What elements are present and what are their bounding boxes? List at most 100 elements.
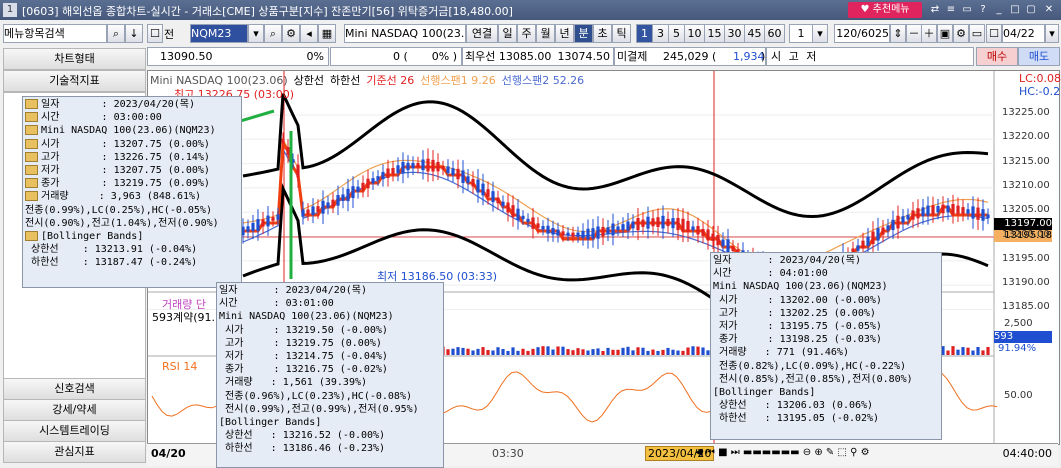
stop-icon[interactable]: ■ (718, 447, 727, 458)
interval-button[interactable]: 45 (744, 24, 765, 43)
tooltip-row: 시간 : 04:01:00 (713, 268, 828, 280)
favorite-indicator-button[interactable]: 관심지표 (3, 441, 146, 463)
candle-body (366, 178, 370, 189)
candle-body (336, 194, 340, 206)
legend-entry[interactable]: 선행스팬1 9.26 (420, 74, 495, 87)
candle-body (586, 228, 590, 240)
candle-body (401, 162, 405, 174)
prev-code-icon[interactable]: ◂ (300, 24, 318, 43)
signal-search-button[interactable]: 신호검색 (3, 378, 146, 400)
candle-body (926, 205, 930, 216)
scroll-bar-icon[interactable]: ▬▬▬▬▬▬ (743, 447, 800, 458)
strength-weakness-button[interactable]: 강세/약세 (3, 399, 146, 421)
period-tab[interactable]: 주 (517, 24, 536, 43)
candle-body (866, 236, 870, 246)
candle-body (971, 206, 975, 219)
system-trading-button[interactable]: 시스템트레이딩 (3, 420, 146, 442)
step-dropdown-icon[interactable]: ▾ (812, 24, 828, 43)
market-row: 시 고 저 (766, 47, 974, 66)
candle-body (451, 168, 455, 176)
settings-icon[interactable]: ⚙ (282, 24, 300, 43)
volume-bar (566, 349, 570, 355)
code-search-icon[interactable]: ⌕ (264, 24, 282, 43)
step-back-icon[interactable]: ⏮ (706, 447, 715, 458)
legend-entry[interactable]: 선행스팬2 52.26 (502, 74, 584, 87)
interval-button[interactable]: 10 (684, 24, 705, 43)
zoom-icon[interactable]: ⊖ ⊕ (803, 447, 823, 458)
restore-icon[interactable]: ▢ (1024, 3, 1038, 17)
candle-body (361, 182, 365, 190)
period-tab[interactable]: 초 (593, 24, 612, 43)
tooltip-text: 하한선 : 13187.47 (-0.24%) (25, 257, 198, 269)
tooltip-text: 전시(0.90%),전고(1.04%),전저(0.90%) (25, 217, 219, 229)
period-tab[interactable]: 연결 (466, 24, 498, 43)
period-tab[interactable]: 일 (498, 24, 517, 43)
step-forward-icon[interactable]: ⏭ (731, 447, 740, 458)
legend-entry[interactable]: 상한선 (294, 74, 324, 87)
minimize-icon[interactable]: _ (992, 3, 1006, 17)
volume-bar (656, 350, 660, 355)
date-checkbox-icon[interactable]: ☐ (986, 24, 1002, 43)
gear-icon[interactable]: ⚙ (953, 24, 969, 43)
date-input[interactable]: 04/22 (1002, 24, 1045, 43)
volume-bar (626, 346, 630, 355)
tooltip-text: 고가 : 13226.75 (0.14%) (41, 151, 210, 163)
count-input[interactable]: 120/6025 (834, 24, 890, 43)
candle-body (516, 208, 520, 220)
interval-button[interactable]: 5 (668, 24, 685, 43)
legend-entry[interactable]: 하한선 (330, 74, 360, 87)
zoom-out-icon[interactable]: － (906, 24, 922, 43)
menu-search-icon[interactable]: ⌕ (107, 24, 125, 43)
help-icon[interactable]: ? (976, 3, 990, 17)
pin-icon[interactable]: ▭ (960, 3, 974, 17)
tooltip-row: Mini NASDAQ 100(23.06)(NQM23) (25, 124, 239, 137)
maximize-icon[interactable]: □ (1008, 3, 1022, 17)
step-select[interactable]: 1 (789, 24, 813, 43)
rewind-icon[interactable]: ◀ (695, 447, 703, 458)
tooltip-row: 종가 : 13216.75 (-0.02%) (219, 364, 388, 376)
period-tab[interactable]: 월 (536, 24, 555, 43)
grid-icon[interactable]: ▦ (318, 24, 336, 43)
interval-button[interactable]: 30 (724, 24, 745, 43)
date-dropdown-icon[interactable]: ▾ (1045, 24, 1059, 43)
recommend-menu-button[interactable]: ♥ 추천메뉴 (848, 2, 922, 18)
period-tab[interactable]: 년 (555, 24, 574, 43)
technical-indicator-button[interactable]: 기술적지표 (3, 70, 146, 92)
expand-icon[interactable]: ▭ (969, 24, 985, 43)
interval-button[interactable]: 15 (704, 24, 725, 43)
zoom-in-icon[interactable]: ＋ (921, 24, 937, 43)
candle-body (686, 220, 690, 233)
menu-search-input[interactable]: 메뉴항목검색 (3, 24, 107, 43)
code-dropdown-icon[interactable]: ▾ (248, 24, 264, 43)
tools-icon[interactable]: ✎ ⬚ ⚲ ⚙ (826, 447, 870, 458)
buy-button[interactable]: 매수 (976, 47, 1018, 66)
menu-icon[interactable]: ≡ (944, 3, 958, 17)
period-tab[interactable]: 틱 (612, 24, 631, 43)
candle-body (631, 221, 635, 229)
save-icon[interactable]: ▣ (937, 24, 953, 43)
interval-button[interactable]: 3 (652, 24, 669, 43)
candle-body (676, 217, 680, 231)
chart-legend: Mini NASDAQ 100(23.06) 상한선 하한선 기준선 26 선행스팬1 … (150, 72, 590, 87)
sell-button[interactable]: 매도 (1018, 47, 1060, 66)
legend-entry[interactable]: 기준선 26 (366, 74, 414, 87)
candle-body (726, 239, 730, 253)
checkbox-icon[interactable]: ☐ (147, 24, 163, 43)
interval-button[interactable]: 1 (636, 24, 653, 43)
link-icon[interactable]: ⇄ (928, 3, 942, 17)
playback-controls[interactable]: ◀ ⏮ ■ ⏭ ▬▬▬▬▬▬ ⊖ ⊕ ✎ ⬚ ⚲ ⚙ (695, 447, 945, 461)
candle-body (261, 219, 265, 227)
rsi-label: RSI 14 (162, 360, 198, 373)
interval-button[interactable]: 60 (764, 24, 785, 43)
code-input[interactable]: NQM23 (190, 24, 248, 43)
candle-body (446, 166, 450, 173)
volume-bar (971, 350, 975, 355)
candle-body (466, 176, 470, 183)
period-tab[interactable]: 분 (574, 24, 593, 43)
chart-type-button[interactable]: 차트형태 (3, 48, 146, 70)
arrow-down-icon[interactable]: ↓ (125, 24, 143, 43)
open-interest-label: 미결제 (617, 50, 648, 63)
candle-body (526, 218, 530, 223)
close-icon[interactable]: ✕ (1042, 3, 1056, 17)
count-spin-icon[interactable]: ⇕ (890, 24, 906, 43)
